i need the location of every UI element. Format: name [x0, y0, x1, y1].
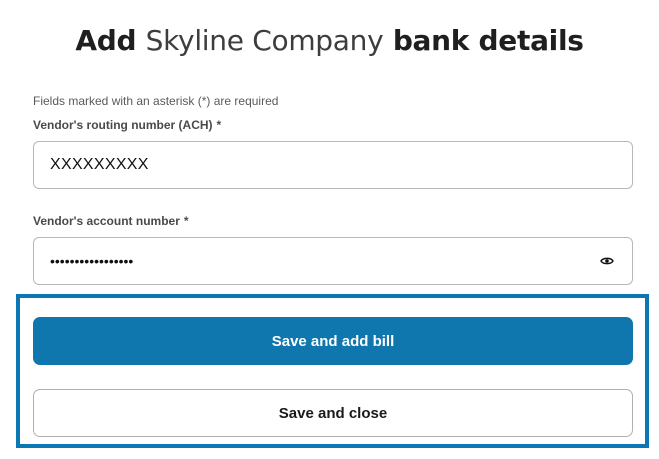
save-and-add-bill-button[interactable]: Save and add bill: [33, 317, 633, 365]
account-required-asterisk: *: [183, 214, 189, 228]
title-suffix: bank details: [392, 24, 584, 57]
routing-required-asterisk: *: [216, 118, 222, 132]
company-name: Skyline Company: [145, 24, 384, 57]
page-title: Add Skyline Company bank details: [0, 24, 659, 57]
routing-number-value: XXXXXXXXX: [50, 156, 149, 173]
bank-details-page: Add Skyline Company bank details Fields …: [0, 0, 659, 459]
account-number-input[interactable]: •••••••••••••••••: [33, 237, 633, 285]
account-number-masked-value: •••••••••••••••••: [50, 253, 134, 269]
routing-number-input[interactable]: XXXXXXXXX: [33, 141, 633, 189]
required-fields-note: Fields marked with an asterisk (*) are r…: [33, 94, 279, 108]
title-prefix: Add: [75, 24, 137, 57]
save-and-close-button[interactable]: Save and close: [33, 389, 633, 437]
routing-number-label: Vendor's routing number (ACH) *: [33, 118, 221, 132]
account-number-label: Vendor's account number *: [33, 214, 189, 228]
eye-icon[interactable]: [598, 252, 616, 270]
account-number-label-text: Vendor's account number: [33, 214, 180, 228]
routing-number-label-text: Vendor's routing number (ACH): [33, 118, 213, 132]
eye-icon-graphic: [600, 257, 614, 265]
